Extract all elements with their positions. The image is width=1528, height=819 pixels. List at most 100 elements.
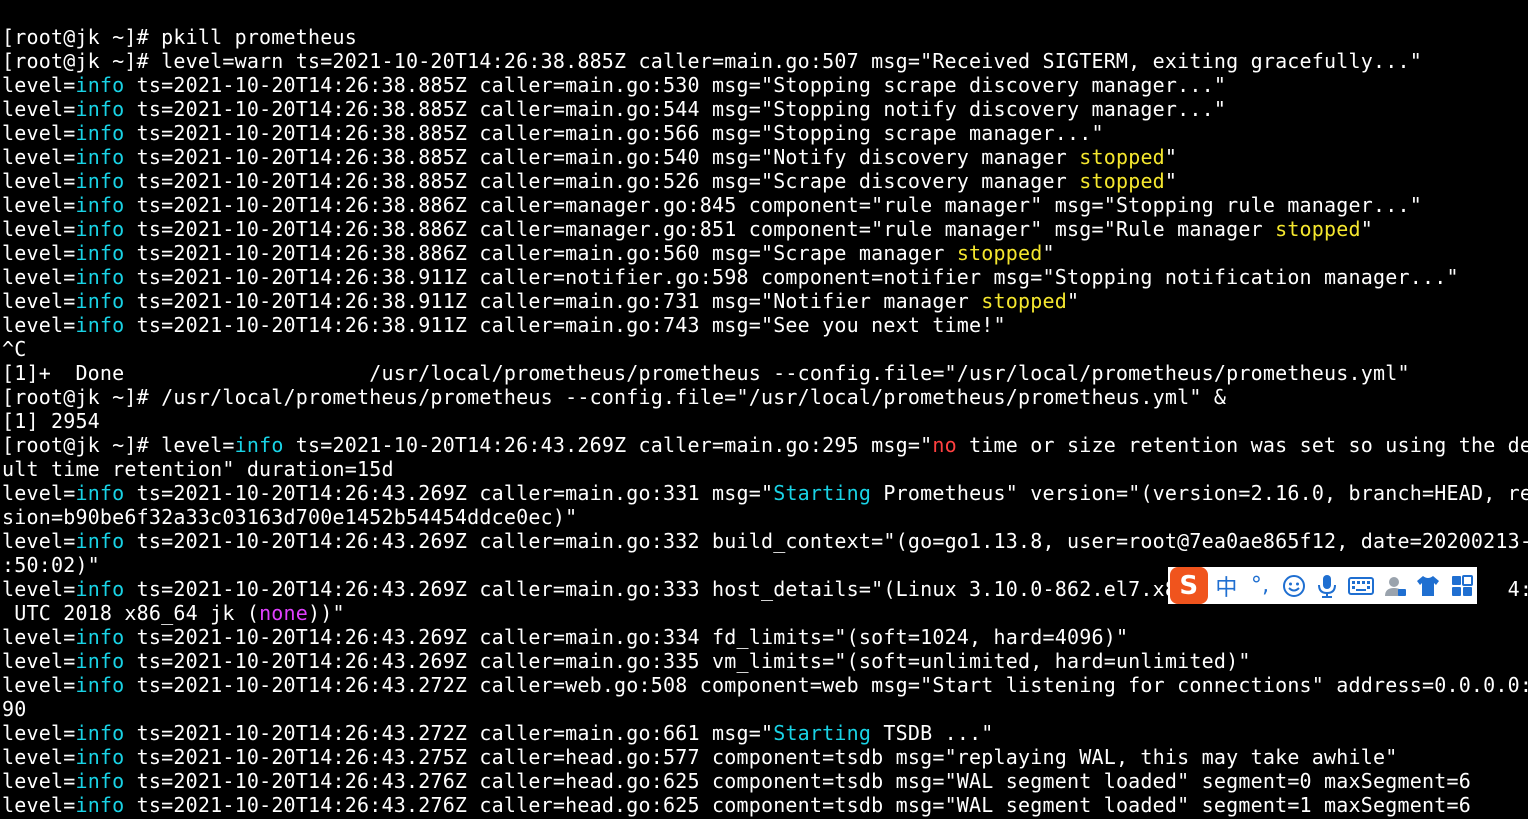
terminal-text: [1] 2954: [2, 409, 100, 433]
terminal-line: ^C: [2, 337, 1528, 361]
terminal-line: [root@jk ~]# /usr/local/prometheus/prome…: [2, 385, 1528, 409]
terminal-text: ts=2021-10-20T14:26:38.886Z caller=manag…: [124, 217, 1276, 241]
terminal-text: level=: [2, 265, 76, 289]
terminal-line: level=info ts=2021-10-20T14:26:43.269Z c…: [2, 481, 1528, 505]
terminal-line: ult time retention" duration=15d: [2, 457, 1528, 481]
terminal-text: ts=2021-10-20T14:26:38.885Z caller=main.…: [124, 169, 1080, 193]
terminal-line: level=info ts=2021-10-20T14:26:38.911Z c…: [2, 265, 1528, 289]
terminal-line: level=info ts=2021-10-20T14:26:38.886Z c…: [2, 193, 1528, 217]
terminal-highlight-text: info: [75, 625, 125, 649]
terminal-text: level=: [2, 73, 76, 97]
terminal-text: level=: [2, 289, 76, 313]
terminal-line: level=info ts=2021-10-20T14:26:43.272Z c…: [2, 673, 1528, 697]
terminal-highlight-text: info: [75, 481, 125, 505]
terminal-text: ts=2021-10-20T14:26:43.272Z caller=web.g…: [124, 673, 1528, 697]
terminal-text: ts=2021-10-20T14:26:38.886Z caller=manag…: [124, 193, 1422, 217]
terminal-line: level=info ts=2021-10-20T14:26:43.269Z c…: [2, 649, 1528, 673]
terminal-text: level=: [2, 721, 76, 745]
terminal-window[interactable]: [root@jk ~]# pkill prometheus [root@jk ~]…: [0, 0, 1528, 819]
chinese-mode-icon[interactable]: 中: [1212, 571, 1242, 601]
terminal-line: level=info ts=2021-10-20T14:26:38.911Z c…: [2, 289, 1528, 313]
terminal-text: :50:02)": [2, 553, 100, 577]
terminal-highlight-text: info: [75, 217, 125, 241]
terminal-line: level=info ts=2021-10-20T14:26:38.885Z c…: [2, 169, 1528, 193]
punctuation-icon[interactable]: °,: [1245, 571, 1275, 601]
terminal-text: ts=2021-10-20T14:26:38.885Z caller=main.…: [124, 145, 1080, 169]
terminal-text: ts=2021-10-20T14:26:43.269Z caller=main.…: [124, 577, 1202, 601]
keyboard-icon[interactable]: [1346, 571, 1376, 601]
terminal-text: ts=2021-10-20T14:26:38.911Z caller=main.…: [124, 313, 1006, 337]
terminal-line: level=info ts=2021-10-20T14:26:38.885Z c…: [2, 145, 1528, 169]
terminal-text: level=: [2, 793, 76, 817]
terminal-line: level=info ts=2021-10-20T14:26:43.269Z c…: [2, 529, 1528, 553]
terminal-text: ts=2021-10-20T14:26:43.276Z caller=head.…: [124, 769, 1471, 793]
terminal-text: level=: [2, 217, 76, 241]
terminal-highlight-text: info: [75, 529, 125, 553]
terminal-text: [root@jk ~]# /usr/local/prometheus/prome…: [2, 385, 1227, 409]
terminal-text: level=: [2, 577, 76, 601]
terminal-text: time or size retention was set so using …: [956, 433, 1528, 457]
terminal-highlight-text: info: [75, 769, 125, 793]
terminal-text: ": [1164, 145, 1178, 169]
terminal-highlight-text: info: [75, 169, 125, 193]
microphone-icon[interactable]: [1313, 571, 1343, 601]
terminal-line: [root@jk ~]# level=info ts=2021-10-20T14…: [2, 433, 1528, 457]
terminal-line: sion=b90be6f32a33c03163d700e1452b54454dd…: [2, 505, 1528, 529]
terminal-text: ts=2021-10-20T14:26:43.276Z caller=head.…: [124, 793, 1471, 817]
terminal-highlight-text: info: [75, 265, 125, 289]
terminal-line: UTC 2018 x86_64 jk (none))": [2, 601, 1528, 625]
terminal-line: level=info ts=2021-10-20T14:26:38.885Z c…: [2, 121, 1528, 145]
terminal-highlight-text: info: [75, 313, 125, 337]
terminal-highlight-text: stopped: [981, 289, 1067, 313]
terminal-highlight-text: info: [75, 97, 125, 121]
terminal-text: ": [1042, 241, 1055, 265]
terminal-highlight-text: none: [259, 601, 309, 625]
terminal-line: level=info ts=2021-10-20T14:26:43.272Z c…: [2, 721, 1528, 745]
terminal-highlight-text: info: [75, 73, 125, 97]
terminal-text: ts=2021-10-20T14:26:38.885Z caller=main.…: [124, 73, 1227, 97]
user-icon[interactable]: [1380, 571, 1410, 601]
terminal-highlight-text: info: [75, 145, 125, 169]
emoji-icon[interactable]: [1279, 571, 1309, 601]
terminal-line: [root@jk ~]# pkill prometheus: [2, 25, 1528, 49]
terminal-highlight-text: Starting: [773, 721, 872, 745]
ime-logo-icon[interactable]: S: [1170, 567, 1208, 604]
terminal-text: ts=2021-10-20T14:26:43.275Z caller=head.…: [124, 745, 1398, 769]
skin-shirt-icon[interactable]: [1414, 571, 1444, 601]
terminal-text: ts=2021-10-20T14:26:38.911Z caller=main.…: [124, 289, 982, 313]
terminal-text: level=: [2, 193, 76, 217]
terminal-line: level=info ts=2021-10-20T14:26:43.276Z c…: [2, 793, 1528, 817]
terminal-text: level=: [2, 97, 76, 121]
terminal-line: level=info ts=2021-10-20T14:26:43.276Z c…: [2, 769, 1528, 793]
terminal-text: level=: [2, 481, 76, 505]
terminal-text: ts=2021-10-20T14:26:43.272Z caller=main.…: [124, 721, 774, 745]
terminal-text: UTC 2018 x86_64 jk (: [2, 601, 260, 625]
terminal-line: [1] 2954: [2, 409, 1528, 433]
terminal-highlight-text: stopped: [1079, 145, 1165, 169]
terminal-line: level=info ts=2021-10-20T14:26:43.275Z c…: [2, 745, 1528, 769]
terminal-text: ts=2021-10-20T14:26:38.886Z caller=main.…: [124, 241, 957, 265]
terminal-highlight-text: stopped: [1079, 169, 1165, 193]
terminal-highlight-text: stopped: [956, 241, 1043, 265]
toolbox-grid-icon[interactable]: [1447, 571, 1477, 601]
terminal-highlight-text: info: [75, 721, 125, 745]
terminal-text: 4:24: [1507, 577, 1528, 601]
terminal-text: level=: [2, 145, 76, 169]
ime-toolbar[interactable]: S 中 °,: [1168, 567, 1477, 604]
terminal-line: level=info ts=2021-10-20T14:26:38.886Z c…: [2, 241, 1528, 265]
terminal-highlight-text: info: [75, 577, 125, 601]
terminal-text: ts=2021-10-20T14:26:43.269Z caller=main.…: [124, 481, 774, 505]
terminal-text: TSDB ...": [871, 721, 994, 745]
terminal-text: level=: [2, 769, 76, 793]
terminal-line: [1]+ Done /usr/local/prometheus/promethe…: [2, 361, 1528, 385]
terminal-line: level=info ts=2021-10-20T14:26:43.269Z c…: [2, 625, 1528, 649]
terminal-text: ^C: [2, 337, 27, 361]
terminal-text: ts=2021-10-20T14:26:43.269Z caller=main.…: [283, 433, 933, 457]
terminal-highlight-text: info: [75, 745, 125, 769]
terminal-text: level=: [2, 625, 76, 649]
terminal-text: ts=2021-10-20T14:26:43.269Z caller=main.…: [124, 625, 1129, 649]
terminal-text: Prometheus" version="(version=2.16.0, br…: [871, 481, 1528, 505]
terminal-highlight-text: no: [932, 433, 957, 457]
terminal-text: [1]+ Done /usr/local/prometheus/promethe…: [2, 361, 1410, 385]
terminal-text: ts=2021-10-20T14:26:38.885Z caller=main.…: [124, 97, 1227, 121]
